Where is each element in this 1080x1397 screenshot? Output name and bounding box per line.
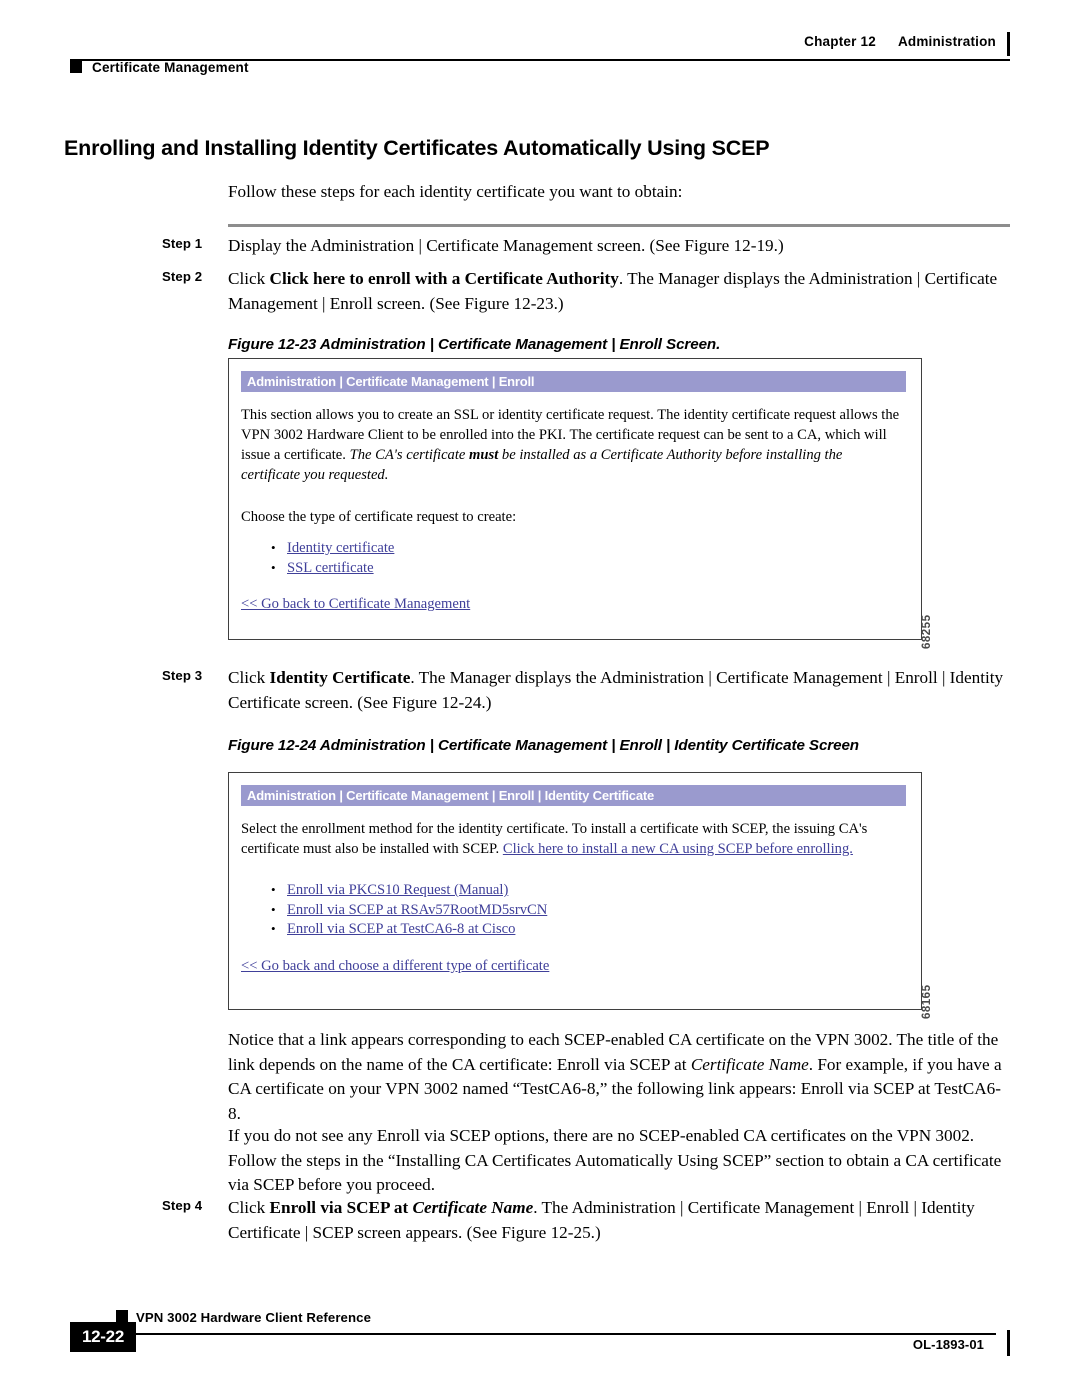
step-2-text-part-0: Click — [228, 269, 270, 288]
footer-page-number-box: 12-22 — [70, 1322, 136, 1352]
figure-12-23-link-ssl-certificate[interactable]: SSL certificate — [287, 560, 374, 576]
header-bullet-square-icon — [70, 61, 82, 73]
step-3: Step 3 Click Identity Certificate. The M… — [162, 666, 1010, 715]
step-3-label: Step 3 — [162, 668, 203, 683]
step-2-text-part-1: Click here to enroll with a Certificate … — [269, 269, 619, 288]
note-1-part-1: Certificate Name — [690, 1054, 809, 1074]
step-1-text: Display the Administration | Certificate… — [228, 234, 1010, 259]
header-chapter-info: Chapter 12 Administration — [804, 34, 996, 49]
step-4-text-part-0: Click — [228, 1198, 270, 1217]
step-2-label: Step 2 — [162, 269, 203, 284]
figure-12-23-link-identity-certificate[interactable]: Identity certificate — [287, 540, 394, 556]
steps-divider — [228, 224, 1010, 227]
figure-12-24-link-item[interactable]: Enroll via SCEP at RSAv57RootMD5srvCN — [267, 900, 547, 921]
step-4-text-part-2: Certificate Name — [412, 1198, 534, 1217]
section-heading: Enrolling and Installing Identity Certif… — [64, 136, 770, 160]
step-2: Step 2 Click Click here to enroll with a… — [162, 267, 1010, 316]
figure-12-23-go-back-link[interactable]: << Go back to Certificate Management — [241, 596, 470, 613]
figure-12-24-go-back-link[interactable]: << Go back and choose a different type o… — [241, 958, 549, 975]
figure-12-23-titlebar-text: Administration | Certificate Management … — [247, 374, 535, 389]
footer-rule — [70, 1333, 996, 1335]
step-1-label: Step 1 — [162, 236, 203, 251]
figure-12-23-titlebar: Administration | Certificate Management … — [241, 371, 906, 392]
figure-12-24-link-enroll-scep-rsav57[interactable]: Enroll via SCEP at RSAv57RootMD5srvCN — [287, 902, 547, 918]
step-4-text: Click Enroll via SCEP at Certificate Nam… — [228, 1196, 1010, 1245]
figure-12-24-link-list: Enroll via PKCS10 Request (Manual) Enrol… — [267, 880, 547, 940]
footer-end-bar — [1007, 1330, 1010, 1356]
figure-12-23-id: 68255 — [921, 614, 933, 649]
figure-12-23-description-must: must — [469, 447, 499, 463]
page-footer: VPN 3002 Hardware Client Reference 12-22… — [70, 1310, 1010, 1366]
figure-12-24-caption: Figure 12-24 Administration | Certificat… — [228, 737, 859, 754]
step-3-text-part-0: Click — [228, 668, 270, 687]
footer-book-title: VPN 3002 Hardware Client Reference — [136, 1310, 372, 1325]
note-paragraph-1: Notice that a link appears corresponding… — [228, 1028, 1010, 1126]
figure-12-23-description: This section allows you to create an SSL… — [241, 405, 901, 485]
step-4-text-part-1: Enroll via SCEP at — [269, 1198, 413, 1217]
header-chapter-number: Chapter 12 — [804, 34, 876, 49]
header-running-head: Certificate Management — [92, 60, 249, 75]
figure-12-23-link-item[interactable]: Identity certificate — [267, 538, 394, 559]
step-4: Step 4 Click Enroll via SCEP at Certific… — [162, 1196, 1010, 1245]
step-1-text-part-0: Display the Administration | Certificate… — [228, 236, 784, 255]
figure-12-24-screenshot: Administration | Certificate Management … — [228, 772, 933, 1019]
footer-page-number: 12-22 — [82, 1327, 124, 1346]
figure-12-23-screenshot: Administration | Certificate Management … — [228, 358, 933, 649]
figure-12-24-link-enroll-scep-testca68[interactable]: Enroll via SCEP at TestCA6-8 at Cisco — [287, 921, 515, 937]
figure-12-24-link-enroll-pkcs10[interactable]: Enroll via PKCS10 Request (Manual) — [287, 882, 508, 898]
step-4-label: Step 4 — [162, 1198, 203, 1213]
step-3-text-part-1: Identity Certificate — [269, 668, 411, 687]
section-intro-paragraph: Follow these steps for each identity cer… — [228, 182, 683, 201]
figure-12-23-link-list: Identity certificate SSL certificate — [267, 538, 394, 579]
figure-12-23-link-item[interactable]: SSL certificate — [267, 558, 394, 579]
header-end-bar — [1007, 32, 1010, 56]
figure-12-24-titlebar-text: Administration | Certificate Management … — [247, 788, 655, 803]
step-3-text: Click Identity Certificate. The Manager … — [228, 666, 1010, 715]
figure-12-23-choose-prompt: Choose the type of certificate request t… — [241, 509, 517, 525]
page-header: Chapter 12 Administration Certificate Man… — [70, 32, 1010, 80]
figure-12-23-caption: Figure 12-23 Administration | Certificat… — [228, 336, 721, 353]
figure-12-24-link-item[interactable]: Enroll via PKCS10 Request (Manual) — [267, 880, 547, 901]
figure-12-24-install-new-ca-link[interactable]: Click here to install a new CA using SCE… — [503, 841, 853, 857]
note-paragraph-2: If you do not see any Enroll via SCEP op… — [228, 1126, 1002, 1194]
step-2-text: Click Click here to enroll with a Certif… — [228, 267, 1010, 316]
header-chapter-title: Administration — [897, 34, 996, 49]
figure-12-24-id: 68165 — [921, 984, 933, 1019]
figure-12-24-description: Select the enrollment method for the ide… — [241, 819, 906, 859]
figure-12-23-description-italic-1: The CA's certificate — [349, 447, 470, 463]
figure-12-24-link-item[interactable]: Enroll via SCEP at TestCA6-8 at Cisco — [267, 919, 547, 940]
figure-12-24-titlebar: Administration | Certificate Management … — [241, 785, 906, 806]
step-1: Step 1 Display the Administration | Cert… — [162, 234, 1010, 259]
footer-document-number: OL-1893-01 — [912, 1337, 984, 1352]
